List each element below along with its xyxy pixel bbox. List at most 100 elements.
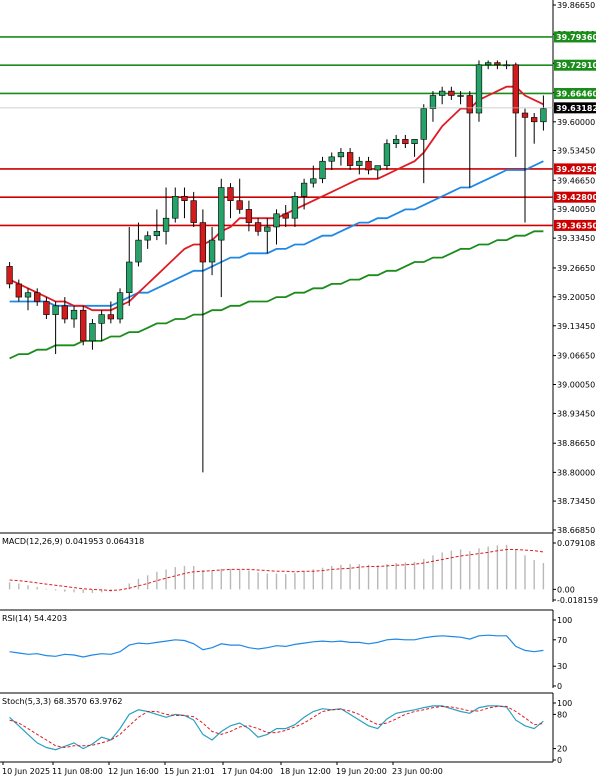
candle-body	[310, 178, 317, 184]
price-tick-label: 39.20050	[557, 293, 595, 302]
candle-body	[448, 90, 455, 96]
candle-body	[98, 314, 105, 324]
candle-body	[162, 217, 170, 232]
time-axis: 10 Jun 2025 11 Jun 08:00 12 Jun 16:00 15 Ju…	[0, 761, 553, 776]
candle-body	[521, 112, 529, 118]
price-tick-label: 38.73450	[557, 497, 595, 506]
price-tick-label: 38.66850	[557, 526, 595, 535]
level-label: 39.66460	[556, 89, 598, 98]
level-label: 39.79360	[556, 33, 598, 42]
price-tick-label: 39.40050	[557, 205, 595, 214]
candle-body	[300, 182, 308, 197]
candle-body	[485, 62, 492, 66]
stochastic-panel[interactable]: Stoch(5,3,3) 68.3570 63.9762 100 80 20 0	[0, 692, 572, 765]
price-tick-label: 38.93450	[557, 409, 595, 418]
candle-body	[282, 213, 289, 219]
level-label: 39.36350	[556, 221, 598, 230]
candle-body	[439, 90, 446, 96]
price-panel[interactable]: 39.8665039.8000039.7335039.6665039.60000…	[0, 0, 598, 536]
candle-body	[420, 108, 427, 140]
candle-body	[116, 292, 124, 320]
macd-tick-label: -0.018159	[557, 596, 598, 605]
rsi-tick-label: 70	[557, 636, 567, 645]
candle-body	[89, 323, 96, 342]
current-price-label: 39.63182	[556, 104, 598, 113]
time-tick-label: 12 Jun 16:00	[108, 767, 159, 776]
candle-body	[153, 231, 161, 237]
price-tick-label: 39.00050	[557, 381, 595, 390]
candle-body	[402, 139, 409, 144]
price-tick-label: 39.26650	[557, 264, 595, 273]
candle-body	[374, 165, 381, 171]
candle-body	[319, 160, 326, 180]
time-tick-label: 19 Jun 20:00	[336, 767, 387, 776]
candle-body	[475, 64, 483, 114]
candle-body	[190, 200, 197, 223]
candle-body	[227, 187, 234, 201]
candle-body	[494, 62, 501, 66]
time-tick-label: 15 Jun 21:01	[164, 767, 215, 776]
time-tick-label: 23 Jun 00:00	[392, 767, 443, 776]
price-tick-label: 39.46650	[557, 176, 595, 185]
ma-fast-line	[9, 85, 544, 312]
candle-body	[43, 301, 50, 315]
price-tick-label: 39.86650	[557, 1, 595, 10]
time-tick-label: 11 Jun 08:00	[52, 767, 103, 776]
candle-body	[273, 213, 280, 228]
candle-body	[383, 143, 391, 166]
candle-body	[6, 266, 13, 285]
price-tick-label: 38.86650	[557, 439, 595, 448]
candle-body	[61, 305, 68, 320]
candle-body	[236, 200, 243, 210]
candle-body	[466, 95, 473, 114]
price-tick-label: 39.53450	[557, 146, 595, 155]
candle-body	[328, 156, 335, 162]
candle-body	[540, 108, 547, 123]
stoch-tick-label: 0	[557, 756, 562, 765]
level-label: 39.49250	[556, 165, 598, 174]
candle-body	[52, 305, 59, 315]
level-label: 39.72910	[556, 61, 598, 70]
candle-body	[457, 95, 464, 97]
rsi-tick-label: 30	[557, 662, 567, 671]
time-tick-label: 17 Jun 04:00	[222, 767, 273, 776]
candle-body	[254, 222, 262, 232]
candle-body	[15, 283, 22, 298]
candle-body	[24, 292, 32, 298]
level-label: 39.42800	[556, 193, 598, 202]
stoch-k-line	[9, 705, 544, 751]
rsi-line	[9, 634, 544, 658]
stoch-tick-label: 20	[557, 745, 567, 754]
candle-body	[70, 309, 78, 320]
macd-title: MACD(12,26,9) 0.041953 0.064318	[2, 537, 144, 546]
candle-body	[199, 222, 207, 263]
rsi-tick-label: 0	[557, 682, 562, 691]
candle-body	[365, 160, 372, 171]
candle-body	[218, 187, 225, 241]
time-tick-label: 10 Jun 2025	[2, 767, 50, 776]
price-tick-label: 39.33450	[557, 234, 595, 243]
candle-body	[126, 261, 133, 293]
macd-panel[interactable]: MACD(12,26,9) 0.041953 0.064318 0.079108 0…	[0, 532, 598, 605]
trading-chart[interactable]: 39.8665039.8000039.7335039.6665039.60000…	[0, 0, 600, 780]
price-tick-label: 39.60000	[557, 118, 595, 127]
price-tick-label: 38.80000	[557, 468, 595, 477]
price-tick-label: 39.13450	[557, 322, 595, 331]
stoch-tick-label: 100	[557, 699, 572, 708]
stoch-tick-label: 80	[557, 710, 567, 719]
candle-body	[531, 117, 538, 123]
price-tick-label: 39.06650	[557, 352, 595, 361]
macd-tick-label: 0.079108	[557, 539, 595, 548]
candle-body	[503, 64, 510, 67]
candle-body	[392, 139, 400, 144]
candle-body	[245, 209, 253, 223]
candle-body	[172, 195, 179, 219]
candle-body	[135, 239, 142, 263]
candle-body	[264, 226, 271, 232]
stoch-title: Stoch(5,3,3) 68.3570 63.9762	[2, 697, 122, 706]
candle-body	[208, 239, 216, 263]
time-tick-label: 18 Jun 12:00	[280, 767, 331, 776]
rsi-panel[interactable]: RSI(14) 54.4203 100 70 30 0	[0, 609, 572, 691]
macd-tick-label: 0.00	[557, 585, 575, 594]
candle-body	[346, 152, 354, 166]
